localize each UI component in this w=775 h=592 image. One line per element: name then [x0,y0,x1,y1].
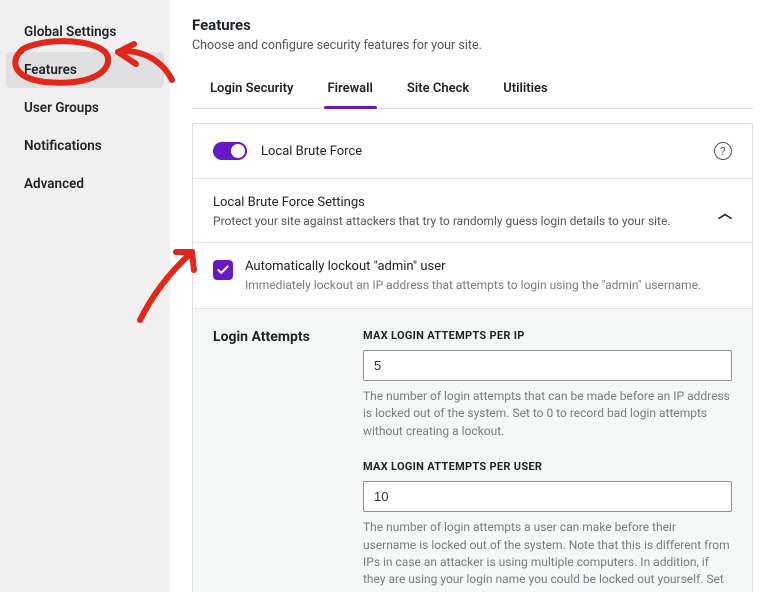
sidebar-item-global-settings[interactable]: Global Settings [6,14,164,50]
auto-lockout-label: Automatically lockout "admin" user [245,259,701,274]
page-title: Features [192,16,753,34]
help-icon[interactable]: ? [714,142,732,160]
field-max-attempts-per-ip: MAX LOGIN ATTEMPTS PER IP The number of … [363,329,732,440]
max-attempts-per-user-input[interactable] [363,481,732,512]
sidebar-item-advanced[interactable]: Advanced [6,166,164,202]
chevron-up-icon: ︿ [718,195,732,223]
page-subtitle: Choose and configure security features f… [192,38,753,53]
settings-section-desc: Protect your site against attackers that… [213,214,718,228]
sidebar-item-features[interactable]: Features [6,52,164,88]
max-attempts-per-ip-input[interactable] [363,350,732,381]
login-attempts-title: Login Attempts [213,329,343,592]
field-label-per-user: MAX LOGIN ATTEMPTS PER USER [363,460,732,473]
settings-sidebar: Global Settings Features User Groups Not… [0,0,170,592]
settings-section-title: Local Brute Force Settings [213,195,718,210]
auto-lockout-row: Automatically lockout "admin" user Immed… [193,242,752,308]
local-brute-force-label: Local Brute Force [261,144,700,159]
login-attempts-section: Login Attempts MAX LOGIN ATTEMPTS PER IP… [193,308,752,592]
sidebar-item-notifications[interactable]: Notifications [6,128,164,164]
local-brute-force-toggle[interactable] [213,142,247,160]
feature-tabs: Login Security Firewall Site Check Utili… [192,71,753,109]
sidebar-item-user-groups[interactable]: User Groups [6,90,164,126]
field-help-per-ip: The number of login attempts that can be… [363,388,732,440]
feature-card: Local Brute Force ? Local Brute Force Se… [192,123,753,592]
tab-firewall[interactable]: Firewall [324,71,377,108]
main-content: Features Choose and configure security f… [170,0,775,592]
feature-toggle-row: Local Brute Force ? [193,124,752,178]
tab-login-security[interactable]: Login Security [206,71,298,108]
field-max-attempts-per-user: MAX LOGIN ATTEMPTS PER USER The number o… [363,460,732,592]
auto-lockout-desc: Immediately lockout an IP address that a… [245,278,701,292]
field-help-per-user: The number of login attempts a user can … [363,519,732,592]
auto-lockout-checkbox[interactable] [213,260,233,280]
field-label-per-ip: MAX LOGIN ATTEMPTS PER IP [363,329,732,342]
tab-site-check[interactable]: Site Check [403,71,473,108]
settings-section-header[interactable]: Local Brute Force Settings Protect your … [193,178,752,242]
tab-utilities[interactable]: Utilities [499,71,551,108]
